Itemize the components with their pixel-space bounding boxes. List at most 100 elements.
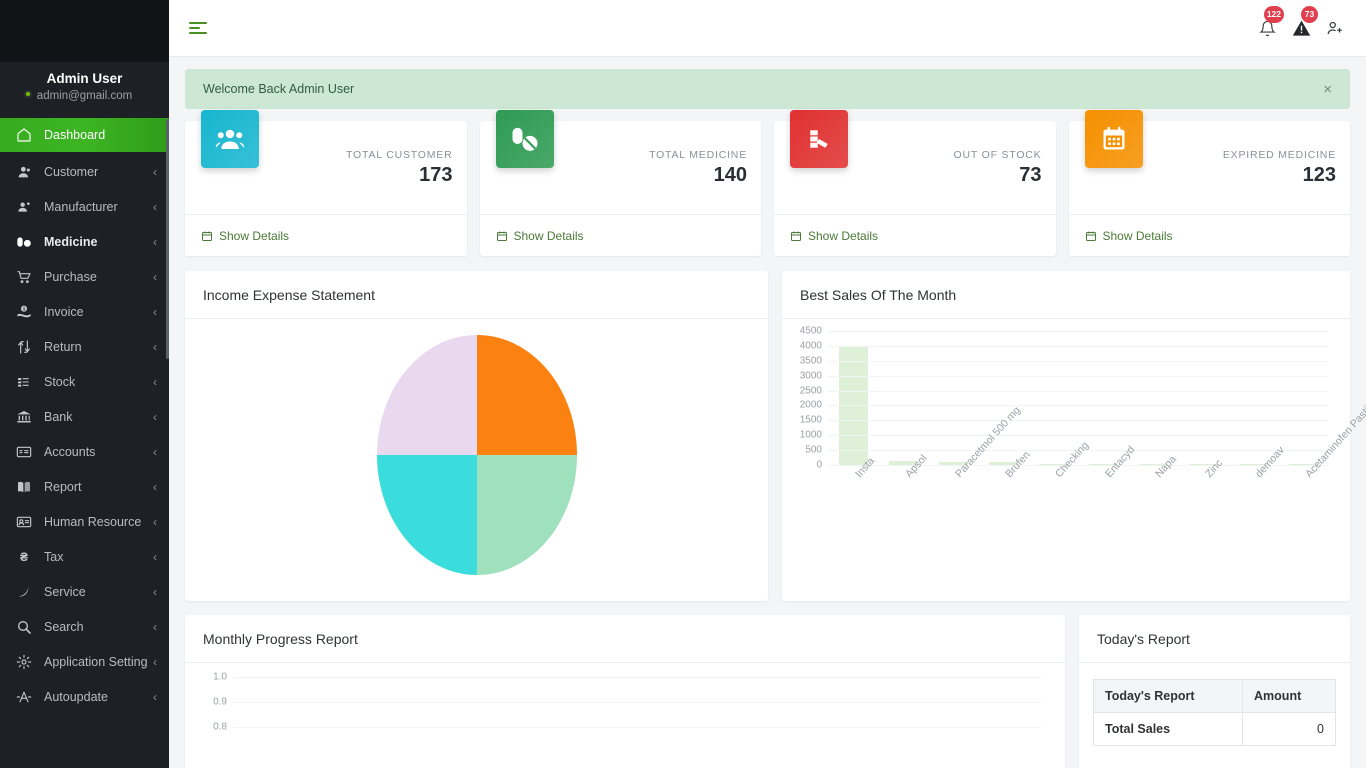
y-axis-tick: 2000 [799, 399, 822, 411]
x-axis-tick: Checking [1028, 439, 1091, 586]
bank-icon [16, 408, 38, 426]
table-body: Total Sales 0 [1092, 712, 1336, 746]
bar-column[interactable] [1178, 331, 1228, 465]
out-of-stock-icon [790, 110, 848, 168]
chevron-left-icon: ‹ [153, 654, 157, 669]
bar-column[interactable] [1278, 331, 1328, 465]
table-column-header: Today's Report [1092, 679, 1244, 713]
todays-report-title: Today's Report [1079, 615, 1350, 663]
bottom-row: Monthly Progress Report 1.0 0.9 0.8 Today'… [185, 615, 1350, 768]
sidebar-item-label: Invoice [44, 304, 84, 319]
x-axis-tick: Napa [1128, 453, 1179, 586]
sidebar-item-application-setting[interactable]: Application Setting ‹ [0, 644, 169, 679]
chevron-left-icon: ‹ [153, 374, 157, 389]
report-amount-cell: 0 [1242, 712, 1336, 746]
bar-column[interactable] [928, 331, 978, 465]
charts-row: Income Expense Statement Best Sales Of T… [185, 271, 1366, 601]
sidebar-item-label: Dashboard [44, 128, 106, 142]
sidebar-scrollbar[interactable] [166, 119, 169, 359]
gear-icon [16, 653, 38, 671]
home-icon [16, 126, 38, 144]
bar-column[interactable] [828, 331, 878, 465]
sidebar-item-tax[interactable]: ₴ Tax ‹ [0, 539, 169, 574]
sidebar-item-label: Accounts [44, 444, 96, 459]
sidebar-item-label: Application Setting [44, 654, 148, 669]
gridline [828, 345, 1328, 347]
gridline [233, 677, 1041, 678]
x-axis-tick: Entacyd [1078, 444, 1137, 586]
customer-icon [16, 163, 38, 181]
sidebar-item-label: Return [44, 339, 82, 354]
sidebar-item-label: Customer [44, 164, 99, 179]
bar-column[interactable] [1028, 331, 1078, 465]
show-details-link[interactable]: Show Details [479, 214, 761, 256]
human-resource-icon [16, 513, 38, 531]
sidebar-item-medicine[interactable]: Medicine ‹ [0, 224, 169, 259]
sidebar-profile[interactable]: Admin User admin@gmail.com [0, 62, 169, 116]
gridline [233, 727, 1041, 728]
table-header-row: Today's Report Amount [1092, 679, 1336, 713]
pie-chart-svg [376, 335, 577, 575]
y-axis-tick: 1000 [799, 429, 822, 441]
accounts-icon [16, 443, 38, 461]
sidebar-item-search[interactable]: Search ‹ [0, 609, 169, 644]
sidebar-item-label: Search [44, 619, 84, 634]
add-user-button[interactable] [1318, 8, 1352, 48]
chevron-left-icon: ‹ [153, 514, 157, 529]
svg-text:₴: ₴ [20, 550, 28, 564]
x-axis-tick: Brufen [978, 449, 1033, 586]
bar-column[interactable] [1128, 331, 1178, 465]
y-axis-tick: 0.8 [213, 721, 227, 733]
sidebar-item-service[interactable]: Service ‹ [0, 574, 169, 609]
sidebar-item-return[interactable]: Return ‹ [0, 329, 169, 364]
report-icon [16, 478, 38, 496]
x-axis-tick: Insta [828, 455, 878, 586]
customers-icon [201, 110, 259, 168]
alerts-button[interactable]: 73 [1284, 6, 1318, 48]
best-sales-title: Best Sales Of The Month [782, 271, 1350, 319]
bar-chart: 0 500 1000 1500 2000 2500 3000 3500 4000 4500 Ins… [782, 319, 1366, 591]
topbar: 122 73 [169, 0, 1366, 57]
sidebar-item-manufacturer[interactable]: Manufacturer ‹ [0, 189, 169, 224]
chevron-left-icon: ‹ [153, 199, 157, 214]
sidebar-item-label: Bank [44, 409, 73, 424]
sidebar-item-label: Human Resource [44, 514, 142, 529]
pie-chart [185, 319, 768, 591]
sidebar-item-autoupdate[interactable]: Autoupdate ‹ [0, 679, 169, 714]
calendar-icon [1084, 110, 1143, 168]
gridline [828, 375, 1328, 377]
show-details-link[interactable]: Show Details [185, 214, 467, 256]
sidebar-item-customer[interactable]: Customer ‹ [0, 154, 169, 189]
chevron-left-icon: ‹ [153, 689, 157, 704]
sidebar-item-dashboard[interactable]: Dashboard [0, 118, 169, 152]
return-icon [16, 338, 38, 356]
show-details-link[interactable]: Show Details [1068, 214, 1350, 256]
close-icon[interactable]: × [1319, 81, 1336, 98]
chevron-left-icon: ‹ [153, 304, 157, 319]
sidebar-item-label: Medicine [44, 234, 98, 249]
sidebar-item-stock[interactable]: Stock ‹ [0, 364, 169, 399]
menu-toggle-icon[interactable] [185, 15, 211, 41]
monthly-progress-panel: Monthly Progress Report 1.0 0.9 0.8 [185, 615, 1065, 768]
bar-column[interactable] [1228, 331, 1278, 465]
show-details-link[interactable]: Show Details [774, 214, 1056, 256]
topbar-actions: 122 73 [1250, 6, 1352, 48]
sidebar-item-purchase[interactable]: Purchase ‹ [0, 259, 169, 294]
sidebar-item-accounts[interactable]: Accounts ‹ [0, 434, 169, 469]
sidebar-item-report[interactable]: Report ‹ [0, 469, 169, 504]
chevron-left-icon: ‹ [153, 339, 157, 354]
sidebar-item-label: Service [44, 584, 86, 599]
notifications-button[interactable]: 122 [1250, 6, 1284, 48]
sidebar: Admin User admin@gmail.com Dashboard Cust… [0, 0, 169, 768]
sidebar-item-bank[interactable]: Bank ‹ [0, 399, 169, 434]
service-icon [16, 583, 38, 601]
todays-report-table: Today's Report Amount Total Sales 0 [1092, 679, 1336, 746]
x-axis-tick: Acetaminofen Pastilla [1278, 397, 1366, 586]
income-expense-panel: Income Expense Statement [185, 271, 768, 601]
y-axis-tick: 1.0 [213, 671, 227, 683]
sidebar-item-human-resource[interactable]: Human Resource ‹ [0, 504, 169, 539]
sidebar-item-invoice[interactable]: $ Invoice ‹ [0, 294, 169, 329]
hamburger-line [189, 27, 200, 29]
bar-column[interactable] [878, 331, 928, 465]
tax-icon: ₴ [16, 548, 38, 566]
